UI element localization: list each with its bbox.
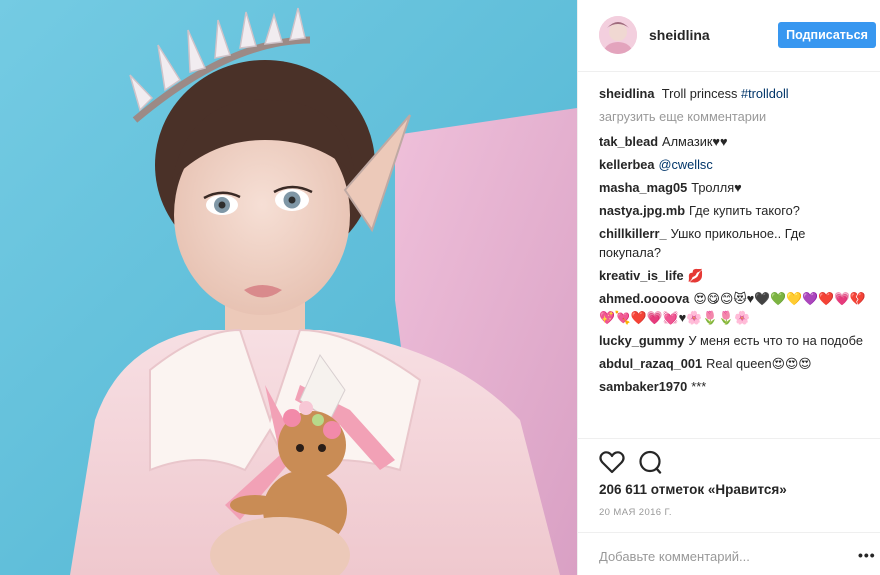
follow-button[interactable]: Подписаться [778, 22, 876, 48]
add-comment-bar: ••• [578, 532, 880, 575]
avatar-image [599, 16, 637, 54]
more-options-icon[interactable]: ••• [858, 548, 876, 562]
comment-text: У меня есть что то на подобе [688, 333, 863, 348]
comment-text: *** [691, 379, 707, 394]
caption-text: Troll princess [661, 86, 738, 101]
caption-hashtag[interactable]: #trolldoll [741, 86, 789, 101]
comment-username[interactable]: chillkillerr_ [599, 226, 667, 241]
comment-username[interactable]: sambaker1970 [599, 379, 687, 394]
avatar[interactable] [599, 16, 637, 54]
caption: sheidlina Troll princess #trolldoll [599, 84, 869, 103]
comment-username[interactable]: abdul_razaq_001 [599, 356, 702, 371]
heart-icon[interactable] [599, 450, 625, 479]
comment-username[interactable]: ahmed.oooova [599, 291, 689, 306]
likes-count[interactable]: 206 611 отметок «Нравится» [599, 482, 787, 497]
comment-username[interactable]: kreativ_is_life [599, 268, 684, 283]
comment-username[interactable]: lucky_gummy [599, 333, 684, 348]
comment-row: tak_blead Алмазик♥♥ [599, 132, 869, 151]
post-header: sheidlina Подписаться [578, 0, 880, 72]
comment-row: chillkillerr_ Ушко прикольное.. Где покуп… [599, 224, 869, 262]
comment-row: ahmed.oooova 😍😋😊😻♥🖤💚💛💜❤️💗💔💖💘❤️💗💓♥🌸🌷🌷🌸 [599, 289, 869, 327]
load-more-comments[interactable]: загрузить еще комментарии [599, 107, 869, 126]
post-photo[interactable] [0, 0, 577, 575]
comment-icon[interactable] [638, 450, 662, 479]
comment-input[interactable] [599, 545, 839, 567]
comment-row: abdul_razaq_001 Real queen😍😍😍 [599, 354, 869, 373]
post-image [0, 0, 577, 575]
comments-list[interactable]: sheidlina Troll princess #trolldoll загр… [599, 84, 869, 439]
comment-username[interactable]: nastya.jpg.mb [599, 203, 685, 218]
post-sidebar: sheidlina Подписаться sheidlina Troll pr… [577, 0, 880, 575]
post-actions: 206 611 отметок «Нравится» 20 МАЯ 2016 Г… [578, 438, 880, 575]
comment-row: sambaker1970 *** [599, 377, 869, 396]
comment-text: Где купить такого? [689, 203, 800, 218]
comment-mention[interactable]: @cwellsc [659, 157, 713, 172]
comment-row: kreativ_is_life 💋 [599, 266, 869, 285]
comment-row: nastya.jpg.mb Где купить такого? [599, 201, 869, 220]
caption-username[interactable]: sheidlina [599, 86, 654, 101]
comment-username[interactable]: kellerbea [599, 157, 655, 172]
comment-text: Тролля♥ [691, 180, 742, 195]
comment-text: Алмазик♥♥ [662, 134, 728, 149]
post-date: 20 МАЯ 2016 Г. [599, 507, 672, 518]
comment-text: 💋 [687, 268, 704, 283]
comment-row: kellerbea @cwellsc [599, 155, 869, 174]
comment-username[interactable]: tak_blead [599, 134, 658, 149]
username[interactable]: sheidlina [649, 27, 710, 43]
comment-text: Real queen😍😍😍 [706, 356, 812, 371]
comment-row: masha_mag05 Тролля♥ [599, 178, 869, 197]
comment-username[interactable]: masha_mag05 [599, 180, 687, 195]
comment-row: lucky_gummy У меня есть что то на подобе [599, 331, 869, 350]
